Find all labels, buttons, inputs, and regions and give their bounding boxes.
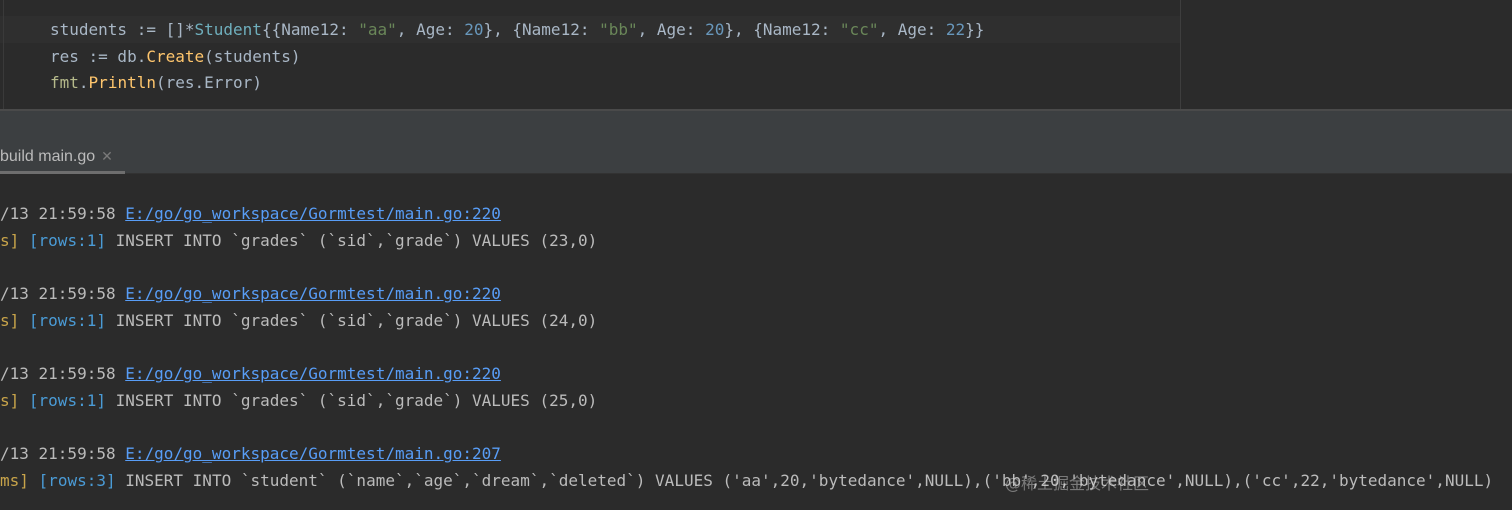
rows-count: [rows:1] [28,231,106,250]
source-link[interactable]: E:/go/go_workspace/Gormtest/main.go:220 [125,204,501,223]
source-link[interactable]: E:/go/go_workspace/Gormtest/main.go:220 [125,284,501,303]
timestamp: /13 21:59:58 [0,284,126,303]
log-timestamp-line: /13 21:59:58 E:/go/go_workspace/Gormtest… [0,444,501,464]
code-editor[interactable]: students := []*Student{{Name12: "aa", Ag… [0,0,1512,109]
rows-count: [rows:1] [28,391,106,410]
code-line-2[interactable]: res := db.Create(students) [50,44,300,70]
gutter-divider [3,0,4,109]
log-sql-line: s] [rows:1] INSERT INTO `grades` (`sid`,… [0,231,597,251]
tab-label: build main.go [0,148,96,165]
rows-count: [rows:3] [38,471,116,490]
console-output[interactable]: /13 21:59:58 E:/go/go_workspace/Gormtest… [0,174,1512,510]
timestamp: /13 21:59:58 [0,364,126,383]
tab-build-main-go[interactable]: build main.go ✕ [0,141,125,174]
sql-statement: INSERT INTO `grades` (`sid`,`grade`) VAL… [105,311,598,330]
log-sql-line: s] [rows:1] INSERT INTO `grades` (`sid`,… [0,391,597,411]
code-line-3[interactable]: fmt.Println(res.Error) [50,70,262,96]
log-timestamp-line: /13 21:59:58 E:/go/go_workspace/Gormtest… [0,204,501,224]
log-timestamp-line: /13 21:59:58 E:/go/go_workspace/Gormtest… [0,284,501,304]
duration: s] [0,231,20,250]
log-timestamp-line: /13 21:59:58 E:/go/go_workspace/Gormtest… [0,364,501,384]
duration: s] [0,311,20,330]
code-line-1[interactable]: students := []*Student{{Name12: "aa", Ag… [50,17,984,43]
duration: s] [0,391,20,410]
sql-statement: INSERT INTO `grades` (`sid`,`grade`) VAL… [105,231,598,250]
right-margin-guide [1180,0,1181,109]
log-sql-line: ms] [rows:3] INSERT INTO `student` (`nam… [0,471,1493,491]
sql-statement: INSERT INTO `student` (`name`,`age`,`dre… [115,471,1494,490]
duration: ms] [0,471,29,490]
tool-window-header [0,111,1512,141]
log-sql-line: s] [rows:1] INSERT INTO `grades` (`sid`,… [0,311,597,331]
sql-statement: INSERT INTO `grades` (`sid`,`grade`) VAL… [105,391,598,410]
close-icon[interactable]: ✕ [101,148,113,164]
timestamp: /13 21:59:58 [0,444,126,463]
run-tab-bar: build main.go ✕ [0,141,1512,174]
source-link[interactable]: E:/go/go_workspace/Gormtest/main.go:220 [125,364,501,383]
watermark: @稀土掘金技术社区 [1005,474,1150,493]
timestamp: /13 21:59:58 [0,204,126,223]
rows-count: [rows:1] [28,311,106,330]
source-link[interactable]: E:/go/go_workspace/Gormtest/main.go:207 [125,444,501,463]
